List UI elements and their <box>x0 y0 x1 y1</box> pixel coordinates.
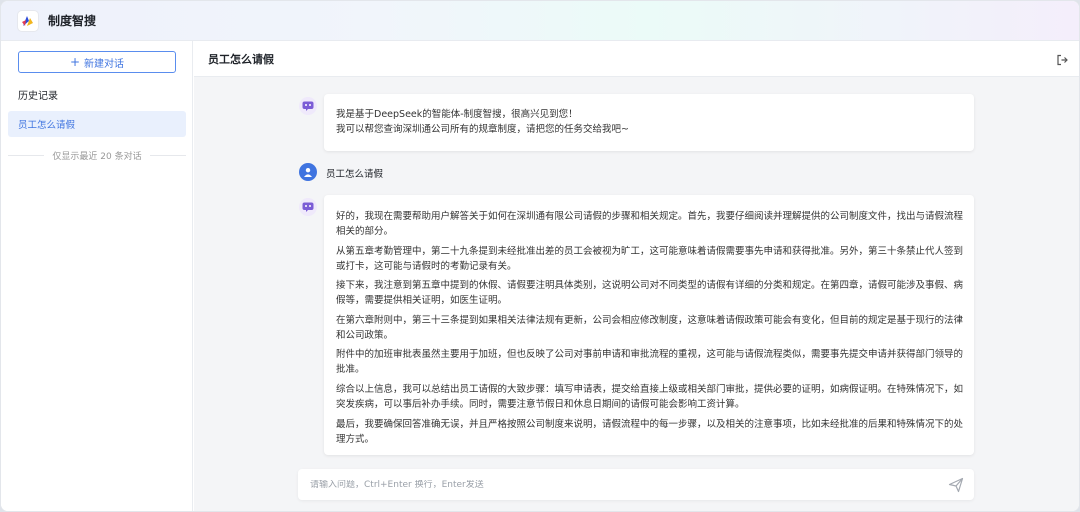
history-title: 历史记录 <box>18 91 58 102</box>
message-paragraph: 综合以上信息，我可以总结出员工请假的大致步骤：填写申请表，提交给直接上级或相关部… <box>336 383 964 410</box>
bot-avatar-icon <box>299 198 317 216</box>
app-title: 制度智搜 <box>48 14 97 28</box>
message-paragraph: 好的，我现在需要帮助用户解答关于如何在深圳通有限公司请假的步骤和相关规定。首先，… <box>336 211 964 237</box>
chat-header: 员工怎么请假 <box>194 41 1079 77</box>
new-chat-label: 新建对话 <box>84 58 125 70</box>
message-paragraph: 接下来，我注意到第五章中提到的休假、请假要注明具体类别，这说明公司对不同类型的请… <box>336 280 964 307</box>
history-note-text: 仅显示最近 20 条对话 <box>52 152 142 162</box>
bot-message: 我是基于DeepSeek的智能体-制度智搜，很高兴见到您！ 我可以帮您查询深圳通… <box>324 94 974 151</box>
message-line: 我可以帮您查询深圳通公司所有的规章制度，请把您的任务交给我吧~ <box>336 124 629 135</box>
logout-icon[interactable] <box>1055 52 1069 66</box>
divider <box>149 155 186 156</box>
chat-title: 员工怎么请假 <box>208 52 274 66</box>
bot-avatar-icon <box>299 97 317 115</box>
top-bar: 制度智搜 <box>1 1 1079 41</box>
new-chat-button[interactable]: + 新建对话 <box>18 51 176 73</box>
history-item[interactable]: 员工怎么请假 <box>8 111 186 137</box>
user-avatar-icon <box>299 163 317 181</box>
divider <box>8 155 45 156</box>
sidebar: + 新建对话 历史记录 员工怎么请假 仅显示最近 20 条对话 <box>1 41 193 511</box>
send-icon[interactable] <box>948 477 964 493</box>
message-line: 我是基于DeepSeek的智能体-制度智搜，很高兴见到您！ <box>336 109 578 120</box>
message-paragraph: 附件中的加班审批表虽然主要用于加班，但也反映了公司对事前申请和审批流程的重视，这… <box>336 349 964 376</box>
user-message: 员工怎么请假 <box>326 169 384 180</box>
message-paragraph: 在第六章附则中，第三十三条提到如果相关法律法规有更新，公司会相应修改制度，这意味… <box>336 314 964 341</box>
bot-message: 好的，我现在需要帮助用户解答关于如何在深圳通有限公司请假的步骤和相关规定。首先，… <box>324 195 974 455</box>
chat-input-bar <box>298 469 974 500</box>
message-paragraph: 最后，我要确保回答准确无误，并且严格按照公司制度来说明，请假流程中的每一步骤，以… <box>336 418 964 445</box>
history-note: 仅显示最近 20 条对话 <box>8 149 186 162</box>
chat-area: 员工怎么请假 我是基于DeepSeek的智能体-制度智搜，很高兴见到您！ 我可以… <box>194 41 1079 511</box>
chat-input[interactable] <box>310 479 910 490</box>
message-paragraph: 从第五章考勤管理中，第二十九条提到未经批准出差的员工会被视为旷工，这可能意味着请… <box>336 245 964 272</box>
history-item-label: 员工怎么请假 <box>18 120 76 131</box>
app-logo-icon <box>18 10 38 31</box>
plus-icon: + <box>69 55 81 69</box>
app-window: 制度智搜 + 新建对话 历史记录 员工怎么请假 仅显示最近 20 条对话 员工怎… <box>0 0 1080 512</box>
